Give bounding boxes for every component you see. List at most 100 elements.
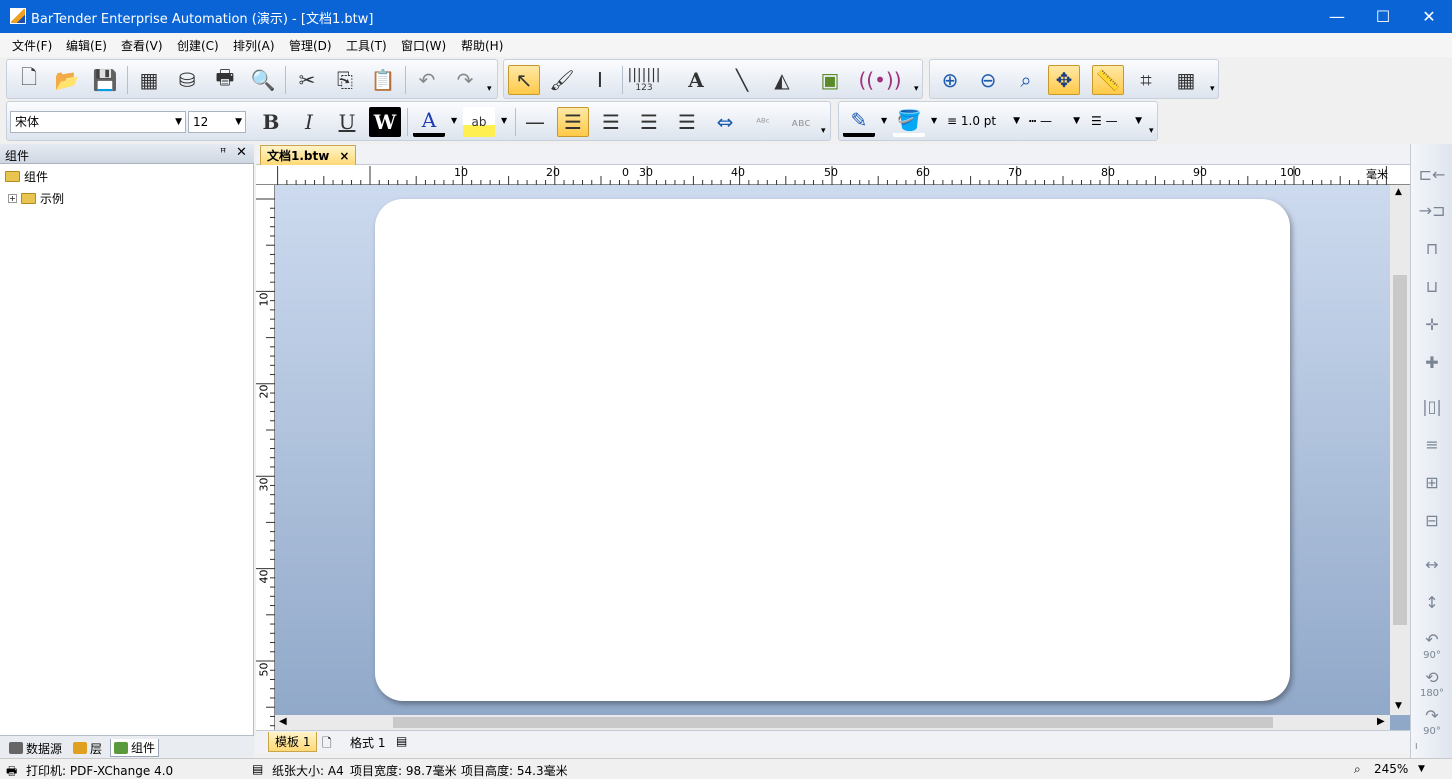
format-painter-icon[interactable]: 🖌 xyxy=(546,65,578,95)
chevron-down-icon[interactable]: ▼ xyxy=(1418,764,1425,774)
rotate-180-icon[interactable]: ⟲ xyxy=(1416,666,1448,688)
zoom-level[interactable]: 245% xyxy=(1374,762,1408,776)
font-color-button[interactable]: A xyxy=(413,107,445,137)
toolbar-overflow-icon[interactable]: ▾ xyxy=(821,126,826,136)
zoom-region-icon[interactable]: ⌕ xyxy=(1010,65,1042,95)
tab-format-1[interactable]: 格式 1 xyxy=(344,732,391,752)
align-bottom-edges-icon[interactable]: ⊔ xyxy=(1416,270,1448,302)
menu-view[interactable]: 查看(V) xyxy=(121,37,163,54)
open-folder-icon[interactable]: 📂 xyxy=(51,65,83,95)
close-window-button[interactable]: ✕ xyxy=(1406,0,1452,33)
shape-icon[interactable]: ◭ xyxy=(766,65,798,95)
justify-icon[interactable]: ☰ xyxy=(671,107,703,137)
tree-item-samples[interactable]: + 示例 xyxy=(8,190,64,207)
menu-create[interactable]: 创建(C) xyxy=(177,37,219,54)
expand-icon[interactable]: + xyxy=(8,194,17,203)
underline-button[interactable]: U xyxy=(331,107,363,137)
add-format-icon[interactable]: ▤ xyxy=(396,734,407,748)
toolbar-overflow-icon[interactable]: ▾ xyxy=(1149,126,1154,136)
same-width-icon[interactable]: ↔ xyxy=(1416,548,1448,580)
barcode-icon[interactable]: ||||||| 123 xyxy=(627,65,660,95)
menu-file[interactable]: 文件(F) xyxy=(12,37,52,54)
line-width-select[interactable]: ≡ 1.0 pt ▼ xyxy=(943,111,1023,133)
toolbar-overflow-icon[interactable]: ⁝ xyxy=(1415,742,1418,751)
rotate-cw-icon[interactable]: ↷ xyxy=(1416,704,1448,726)
zoom-in-icon[interactable]: ⊕ xyxy=(934,65,966,95)
line-style-select[interactable]: ┅ — ▼ xyxy=(1025,111,1083,133)
scroll-right-icon[interactable]: ▶ xyxy=(1377,716,1385,727)
italic-button[interactable]: I xyxy=(293,107,325,137)
zoom-out-icon[interactable]: ⊖ xyxy=(972,65,1004,95)
same-height-icon[interactable]: ↕ xyxy=(1416,586,1448,618)
design-canvas[interactable]: 0 10 20 30 40 50 60 70 80 90 100 毫米 10 2… xyxy=(256,165,1410,730)
add-template-icon[interactable]: 🗋 xyxy=(322,734,332,755)
page-setup-icon[interactable]: ▦ xyxy=(133,65,165,95)
line-icon[interactable]: ╲ xyxy=(726,65,758,95)
tab-layers[interactable]: 层 xyxy=(70,739,105,757)
menu-edit[interactable]: 编辑(E) xyxy=(66,37,107,54)
align-center-horizontal-icon[interactable]: ✛ xyxy=(1416,308,1448,340)
copy-icon[interactable]: ⎘ xyxy=(329,65,361,95)
toolbar-overflow-icon[interactable]: ▾ xyxy=(487,84,492,94)
no-alignment-icon[interactable]: — xyxy=(519,107,551,137)
paste-icon[interactable]: 📋 xyxy=(367,65,399,95)
label-template[interactable] xyxy=(375,199,1290,701)
highlight-button[interactable]: ab xyxy=(463,107,495,137)
zoom-icon[interactable]: ⌕ xyxy=(1354,762,1361,777)
database-icon[interactable]: ⛁ xyxy=(171,65,203,95)
menu-administer[interactable]: 管理(D) xyxy=(289,37,332,54)
text-object-icon[interactable]: A xyxy=(680,65,712,95)
align-top-edges-icon[interactable]: ⊓ xyxy=(1416,232,1448,264)
menu-help[interactable]: 帮助(H) xyxy=(461,37,503,54)
line-color-icon[interactable]: ✎ xyxy=(843,107,875,137)
close-icon[interactable]: ✕ xyxy=(236,145,247,160)
snap-lines-icon[interactable]: ⌗ xyxy=(1130,65,1162,95)
maximize-button[interactable]: ☐ xyxy=(1360,0,1406,33)
line-compound-select[interactable]: ☰ — ▼ xyxy=(1087,111,1145,133)
chevron-down-icon[interactable]: ▼ xyxy=(931,116,937,125)
fit-width-icon[interactable]: ⇔ xyxy=(709,107,741,137)
picture-icon[interactable]: ▣ xyxy=(814,65,846,95)
font-name-select[interactable]: 宋体 ▼ xyxy=(10,111,186,133)
fill-color-icon[interactable]: 🪣 xyxy=(893,107,925,137)
undo-icon[interactable]: ↶ xyxy=(411,65,443,95)
tab-data-sources[interactable]: 数据源 xyxy=(6,739,65,757)
scroll-left-icon[interactable]: ◀ xyxy=(279,716,287,727)
cut-icon[interactable]: ✂ xyxy=(291,65,323,95)
align-left-edges-icon[interactable]: ⊏← xyxy=(1416,158,1448,190)
tree-item-components[interactable]: 组件 xyxy=(5,168,48,185)
chevron-down-icon[interactable]: ▼ xyxy=(501,116,507,125)
pin-icon[interactable]: ꟸ xyxy=(220,146,226,159)
menu-window[interactable]: 窗口(W) xyxy=(401,37,446,54)
ruler-icon[interactable]: 📏 xyxy=(1092,65,1124,95)
font-size-select[interactable]: 12 ▼ xyxy=(188,111,246,133)
print-icon[interactable]: 🖶 xyxy=(209,65,241,95)
redo-icon[interactable]: ↷ xyxy=(449,65,481,95)
toolbar-overflow-icon[interactable]: ▾ xyxy=(1210,84,1215,94)
grid-icon[interactable]: ▦ xyxy=(1170,65,1202,95)
chevron-down-icon[interactable]: ▼ xyxy=(451,116,457,125)
close-icon[interactable]: × xyxy=(339,149,349,163)
center-in-label-horizontal-icon[interactable]: ⊞ xyxy=(1416,466,1448,498)
align-left-icon[interactable]: ☰ xyxy=(557,107,589,137)
chevron-down-icon[interactable]: ▼ xyxy=(881,116,887,125)
bold-button[interactable]: B xyxy=(255,107,287,137)
pointer-select-icon[interactable]: ↖ xyxy=(508,65,540,95)
align-right-icon[interactable]: ☰ xyxy=(633,107,665,137)
new-document-icon[interactable]: 🗋 xyxy=(13,65,45,95)
menu-tools[interactable]: 工具(T) xyxy=(346,37,387,54)
align-right-edges-icon[interactable]: →⊐ xyxy=(1416,194,1448,226)
save-icon[interactable]: 💾 xyxy=(89,65,121,95)
vertical-scrollbar[interactable]: ▲ ▼ xyxy=(1390,185,1410,715)
distribute-horizontal-icon[interactable]: |▯| xyxy=(1416,390,1448,422)
scrollbar-thumb[interactable] xyxy=(1393,275,1407,625)
tab-template-1[interactable]: 模板 1 xyxy=(268,732,318,752)
rotate-ccw-icon[interactable]: ↶ xyxy=(1416,628,1448,650)
align-center-icon[interactable]: ☰ xyxy=(595,107,627,137)
toolbar-overflow-icon[interactable]: ▾ xyxy=(914,84,919,94)
align-center-vertical-icon[interactable]: ✚ xyxy=(1416,346,1448,378)
text-arc-down-icon[interactable]: ᴀʙᴄ xyxy=(785,107,817,137)
center-in-label-vertical-icon[interactable]: ⊟ xyxy=(1416,504,1448,536)
text-cursor-icon[interactable]: I xyxy=(584,65,616,95)
menu-arrange[interactable]: 排列(A) xyxy=(233,37,275,54)
